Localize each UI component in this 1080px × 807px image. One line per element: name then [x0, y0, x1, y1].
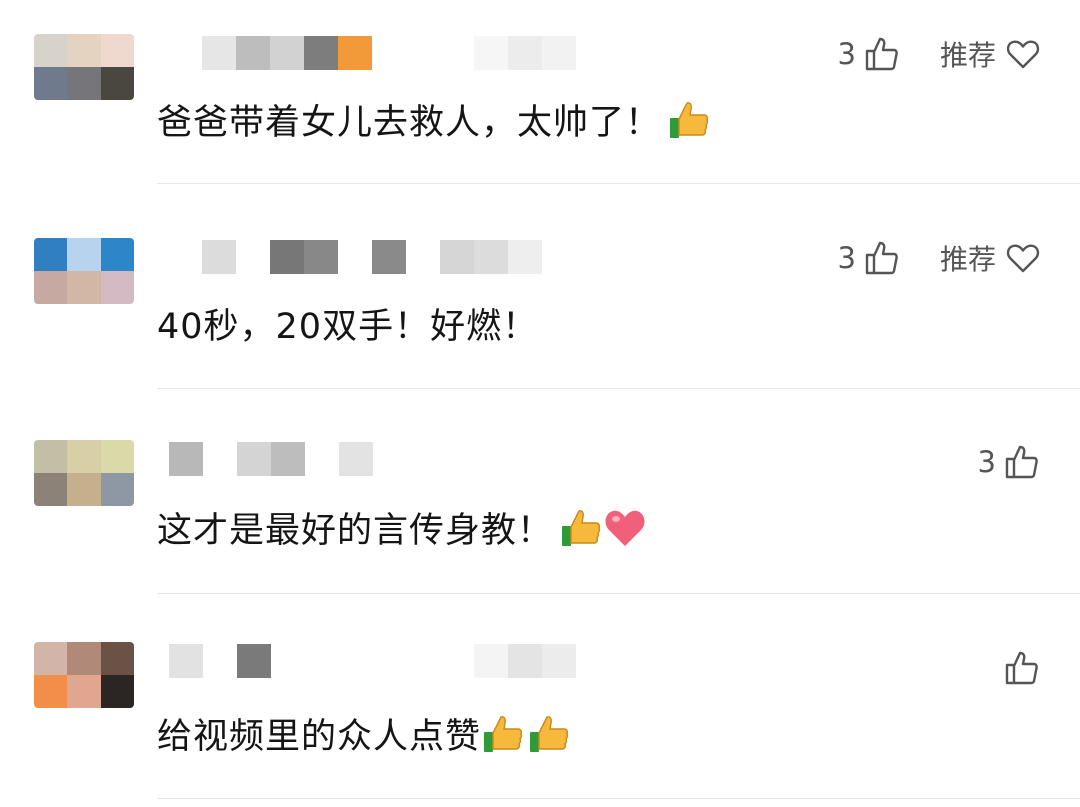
thumbs-up-emoji [667, 98, 711, 142]
comment-text: 给视频里的众人点赞 [157, 717, 482, 757]
user-tag-blurred [474, 644, 576, 678]
comment-text: 爸爸带着女儿去救人，太帅了！ [157, 103, 662, 143]
heart-emoji [603, 506, 647, 550]
comment-text-row: 给视频里的众人点赞 [157, 708, 571, 759]
thumbs-up-outline-icon[interactable] [1004, 650, 1040, 686]
username-blurred[interactable] [169, 644, 271, 678]
comment-actions [996, 648, 1040, 688]
heart-outline-icon [1006, 242, 1040, 274]
thumbs-up-emoji [481, 712, 525, 756]
thumbs-up-outline-icon[interactable] [1004, 444, 1040, 480]
user-tag-blurred [474, 36, 576, 70]
comment-text-row: 40秒，20双手！好燃！ [157, 298, 538, 349]
username-blurred[interactable] [202, 36, 372, 70]
username-blurred[interactable] [169, 442, 373, 476]
recommend-label: 推荐 [939, 243, 996, 276]
comment-actions: 3 推荐 [838, 34, 1040, 74]
comment-text: 这才是最好的言传身教！ [157, 511, 554, 551]
like-count: 3 [837, 37, 856, 71]
heart-outline-icon [1006, 38, 1040, 70]
avatar[interactable] [34, 642, 134, 708]
comment-text-row: 爸爸带着女儿去救人，太帅了！ [157, 94, 711, 145]
recommend-button[interactable]: 推荐 [940, 238, 1040, 278]
thumbs-up-emoji [559, 506, 603, 550]
recommend-label: 推荐 [939, 39, 996, 72]
divider [157, 388, 1080, 389]
recommend-button[interactable]: 推荐 [940, 34, 1040, 74]
like-count: 3 [977, 445, 996, 479]
like-count: 3 [837, 241, 856, 275]
avatar[interactable] [34, 34, 134, 100]
comment-text-row: 这才是最好的言传身教！ [157, 502, 647, 553]
thumbs-up-emoji [527, 712, 571, 756]
divider [157, 183, 1080, 184]
divider [157, 593, 1080, 594]
comment-text: 40秒，20双手！好燃！ [157, 307, 539, 347]
thumbs-up-outline-icon[interactable] [864, 240, 900, 276]
avatar[interactable] [34, 238, 134, 304]
comment-actions: 3 推荐 [838, 238, 1040, 278]
avatar[interactable] [34, 440, 134, 506]
comment-actions: 3 [978, 442, 1040, 482]
thumbs-up-outline-icon[interactable] [864, 36, 900, 72]
divider [157, 798, 1080, 799]
username-blurred[interactable] [202, 240, 542, 274]
